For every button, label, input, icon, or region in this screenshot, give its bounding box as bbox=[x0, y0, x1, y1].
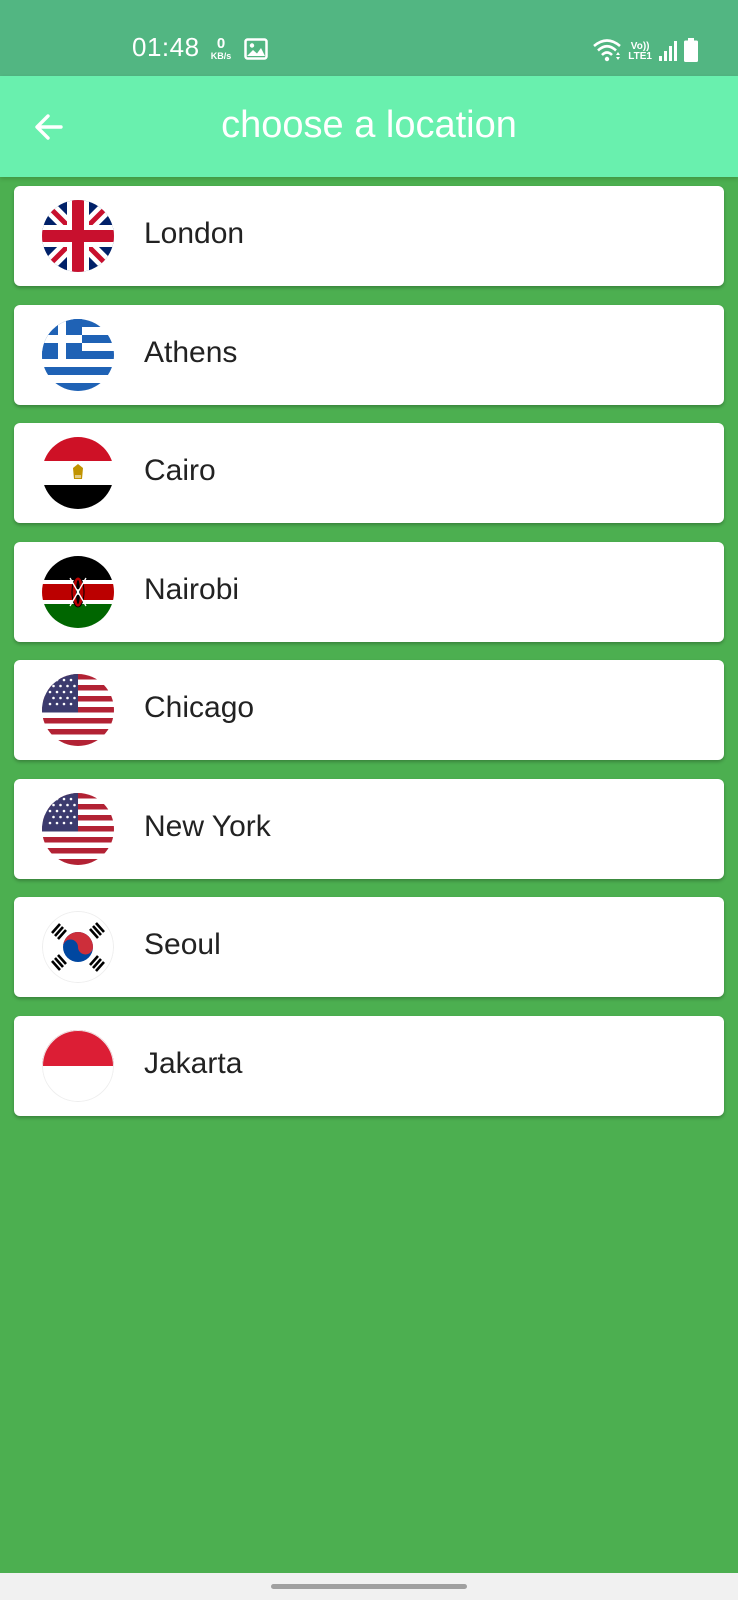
usa-flag-icon bbox=[42, 792, 114, 865]
location-list: London Athens Cairo Nairobi Chicago New … bbox=[14, 186, 724, 1134]
status-indicators: Vo)) LTE1 bbox=[592, 36, 698, 62]
network-speed-value: 0 bbox=[216, 35, 226, 52]
location-item-seoul[interactable]: Seoul bbox=[14, 897, 724, 997]
uk-flag-icon bbox=[42, 200, 114, 272]
kenya-flag-icon bbox=[42, 555, 114, 628]
location-item-nairobi[interactable]: Nairobi bbox=[14, 541, 724, 642]
egypt-flag-icon bbox=[42, 437, 114, 509]
location-item-chicago[interactable]: Chicago bbox=[14, 660, 724, 760]
navigation-bar bbox=[0, 1573, 738, 1600]
location-item-london[interactable]: London bbox=[14, 186, 724, 286]
page-title: choose a location bbox=[221, 104, 517, 146]
greece-flag-icon bbox=[42, 318, 114, 391]
location-item-new-york[interactable]: New York bbox=[14, 778, 724, 879]
home-gesture-handle[interactable] bbox=[271, 1584, 467, 1589]
location-name: Jakarta bbox=[144, 1046, 243, 1080]
location-name: Seoul bbox=[144, 928, 221, 961]
location-name: Athens bbox=[144, 335, 238, 369]
volte-lte-indicator: Vo)) LTE1 bbox=[628, 42, 652, 62]
status-time: 01:48 bbox=[132, 32, 200, 62]
location-item-athens[interactable]: Athens bbox=[14, 304, 724, 405]
south-korea-flag-icon bbox=[42, 911, 114, 983]
signal-icon bbox=[658, 40, 678, 62]
location-name: New York bbox=[144, 809, 271, 843]
battery-icon bbox=[684, 38, 698, 62]
app-screen: 01:48 0 KB/s Vo)) LTE1 choose a location… bbox=[0, 0, 738, 1600]
location-item-cairo[interactable]: Cairo bbox=[14, 423, 724, 523]
network-speed-unit: KB/s bbox=[210, 51, 232, 61]
wifi-icon bbox=[592, 38, 622, 62]
app-bar: choose a location bbox=[0, 76, 738, 177]
location-name: Cairo bbox=[144, 454, 216, 487]
location-name: London bbox=[144, 217, 245, 250]
usa-flag-icon bbox=[42, 674, 114, 746]
status-bar: 01:48 0 KB/s Vo)) LTE1 bbox=[0, 0, 738, 76]
gallery-icon bbox=[244, 38, 268, 60]
network-speed: 0 KB/s bbox=[207, 36, 235, 61]
lte-label: LTE1 bbox=[628, 51, 652, 62]
location-item-jakarta[interactable]: Jakarta bbox=[14, 1015, 724, 1116]
indonesia-flag-icon bbox=[42, 1029, 114, 1102]
location-name: Nairobi bbox=[144, 572, 240, 606]
location-name: Chicago bbox=[144, 691, 255, 724]
